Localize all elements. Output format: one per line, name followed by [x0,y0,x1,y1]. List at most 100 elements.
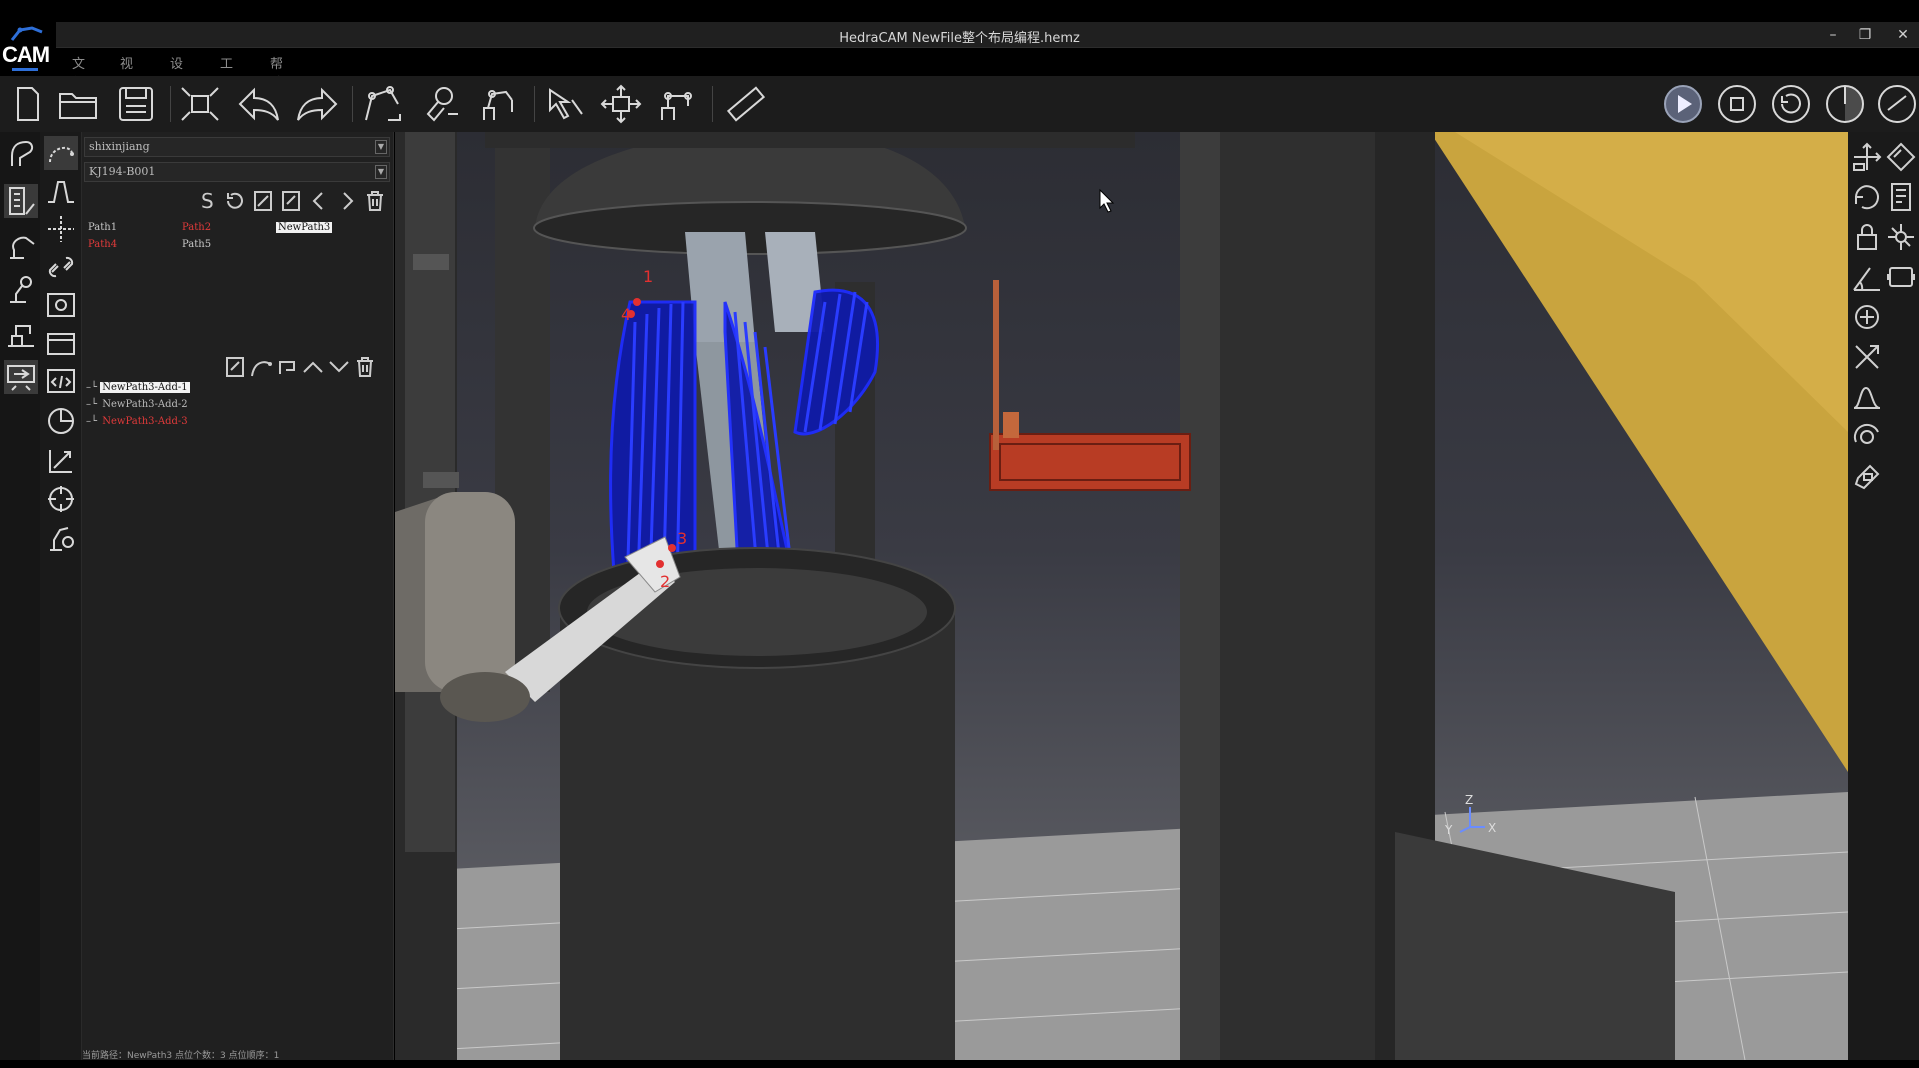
subpath-label: NewPath3-Add-3 [102,416,188,427]
play-icon[interactable] [1660,84,1706,124]
subpath-item-2[interactable]: –└ NewPath3-Add-2 [86,399,190,410]
lock-icon[interactable] [1850,220,1884,254]
document-view-icon[interactable] [1884,180,1918,214]
minimize-button[interactable]: – [1820,25,1846,45]
point-add-icon[interactable] [44,212,78,246]
subpath-item-3[interactable]: –└ NewPath3-Add-3 [86,416,190,427]
robot-select[interactable]: shixinjiang ▼ [84,137,390,157]
up-icon[interactable] [300,354,326,380]
new-file-icon[interactable] [4,84,50,124]
toolbar-separator [534,86,535,122]
robot-pose-icon[interactable] [4,272,38,306]
layer-icon[interactable] [44,326,78,360]
window-title: HedraCAM NewFile整个布局编程.hemz [839,31,1080,46]
reset-icon[interactable] [1768,84,1814,124]
redo-icon[interactable] [294,84,340,124]
angle-icon[interactable] [1850,260,1884,294]
restore-button[interactable]: ❐ [1852,25,1878,45]
title-bar: HedraCAM NewFile整个布局编程.hemz – ❐ ✕ [0,22,1919,48]
chevron-down-icon[interactable]: ▼ [375,165,387,179]
dome-rim [533,201,967,255]
right-view-strip [1848,132,1919,1060]
code-icon[interactable] [44,364,78,398]
tree-branch-icon: –└ [86,399,98,410]
prev-icon[interactable] [306,188,332,214]
subpath-label: NewPath3-Add-2 [102,399,188,410]
profile-icon[interactable] [44,174,78,208]
undo-icon[interactable] [236,84,282,124]
curve-icon[interactable] [248,354,274,380]
close-button[interactable]: ✕ [1890,25,1916,45]
document-edit-icon[interactable] [4,184,38,218]
loop-icon[interactable] [274,354,300,380]
tool-lock-icon[interactable] [1850,460,1884,494]
network-icon[interactable] [1884,220,1918,254]
tree-branch-icon: –└ [86,382,98,393]
robot-frame-icon[interactable] [476,84,522,124]
robot-config-icon[interactable] [44,520,78,554]
robot-teach-icon[interactable] [418,84,464,124]
cross-cut-icon[interactable] [1850,340,1884,374]
chevron-down-icon[interactable]: ▼ [375,140,387,154]
trash-icon[interactable] [352,354,378,380]
half-circle-icon[interactable] [1822,84,1868,124]
move-icon[interactable] [598,84,644,124]
app-logo: CAM [0,22,56,74]
robot-base-icon[interactable] [654,84,700,124]
edit2-icon[interactable] [278,188,304,214]
diamond-view-icon[interactable] [1884,140,1918,174]
mouse-cursor-icon [1099,188,1115,213]
screen-icon[interactable] [1884,260,1918,294]
3d-viewport[interactable]: 1 2 3 4 Z Y X [395,132,1848,1060]
ruler-icon[interactable] [722,84,768,124]
edit-icon[interactable] [222,354,248,380]
rotate-icon[interactable] [1874,84,1919,124]
measure-icon[interactable] [44,444,78,478]
robot-arm-icon[interactable] [4,136,38,170]
transfer-icon[interactable] [4,360,38,394]
frame-left-slot [423,472,459,488]
robot-select-value: shixinjiang [89,140,150,153]
curve-select-icon[interactable] [44,136,78,170]
refresh-view-icon[interactable] [1850,300,1884,334]
orbit-icon[interactable] [1850,420,1884,454]
pie-chart-icon[interactable] [44,404,78,438]
axis-z-label: Z [1465,793,1473,807]
next-icon[interactable] [334,188,360,214]
target-icon[interactable] [44,482,78,516]
logo-text: CAM [2,42,50,67]
robot-joint-icon[interactable] [4,228,38,262]
robot-station-icon[interactable] [4,316,38,350]
point-label: 4 [621,305,631,324]
save-icon[interactable] [114,84,160,124]
scene-render: 1 2 3 4 Z Y X [395,132,1848,1060]
tool-select[interactable]: KJ194-B001 ▼ [84,162,390,182]
fit-view-icon[interactable] [178,84,224,124]
stop-icon[interactable] [1714,84,1760,124]
path-panel: shixinjiang ▼ KJ194-B001 ▼ S Path1 Path2… [82,132,394,1060]
red-fixture-bracket [1003,412,1019,438]
select-cursor-icon[interactable] [542,84,588,124]
subpath-item-1[interactable]: –└ NewPath3-Add-1 [86,382,190,393]
main-toolbar [0,76,1919,132]
link-icon[interactable] [44,250,78,284]
bottom-bar [0,1060,1919,1068]
pillar-right-edge [1180,132,1220,1060]
down-icon[interactable] [326,354,352,380]
edit-icon[interactable] [250,188,276,214]
trash-icon[interactable] [362,188,388,214]
path-item-4[interactable]: Path4 [86,239,119,250]
curve-edit-icon[interactable] [1850,380,1884,414]
pan-view-icon[interactable] [1850,140,1884,174]
path-item-5[interactable]: Path5 [180,239,213,250]
refresh-icon[interactable] [222,188,248,214]
path-tool-icon[interactable] [360,84,406,124]
path-item-2[interactable]: Path2 [180,222,213,233]
s-curve-icon[interactable]: S [194,188,220,214]
open-folder-icon[interactable] [56,84,102,124]
path-item-3[interactable]: NewPath3 [276,222,333,233]
robot-base [440,672,530,722]
path-item-1[interactable]: Path1 [86,222,119,233]
settings-gear-icon[interactable] [44,288,78,322]
rotate-view-icon[interactable] [1850,180,1884,214]
